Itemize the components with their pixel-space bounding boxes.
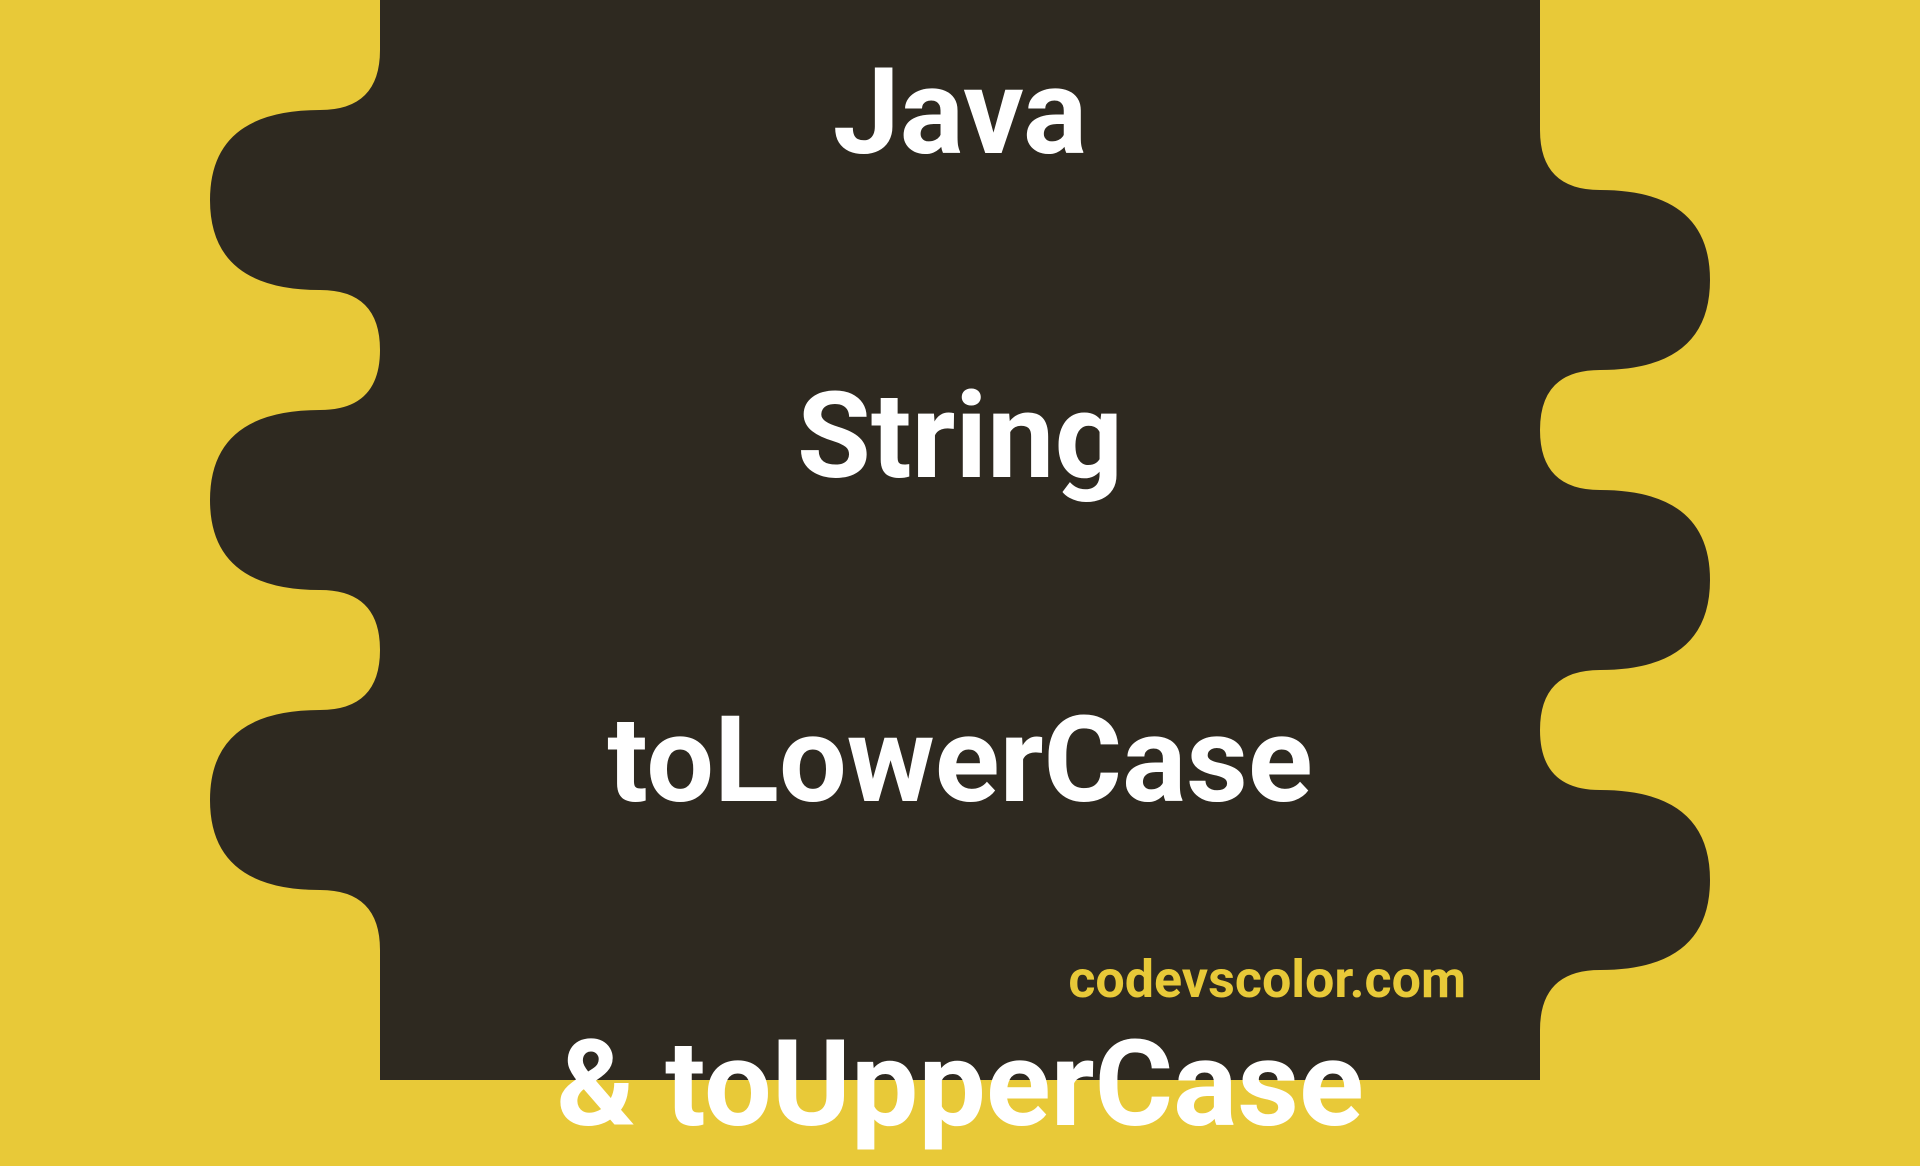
title-line-2: String [797,367,1123,507]
title-line-1: Java [833,43,1087,183]
title-line-4: & toUpperCase [556,1015,1364,1155]
footer-url: codevscolor.com [1068,949,1466,1010]
title-line-3: toLowerCase [607,691,1312,831]
